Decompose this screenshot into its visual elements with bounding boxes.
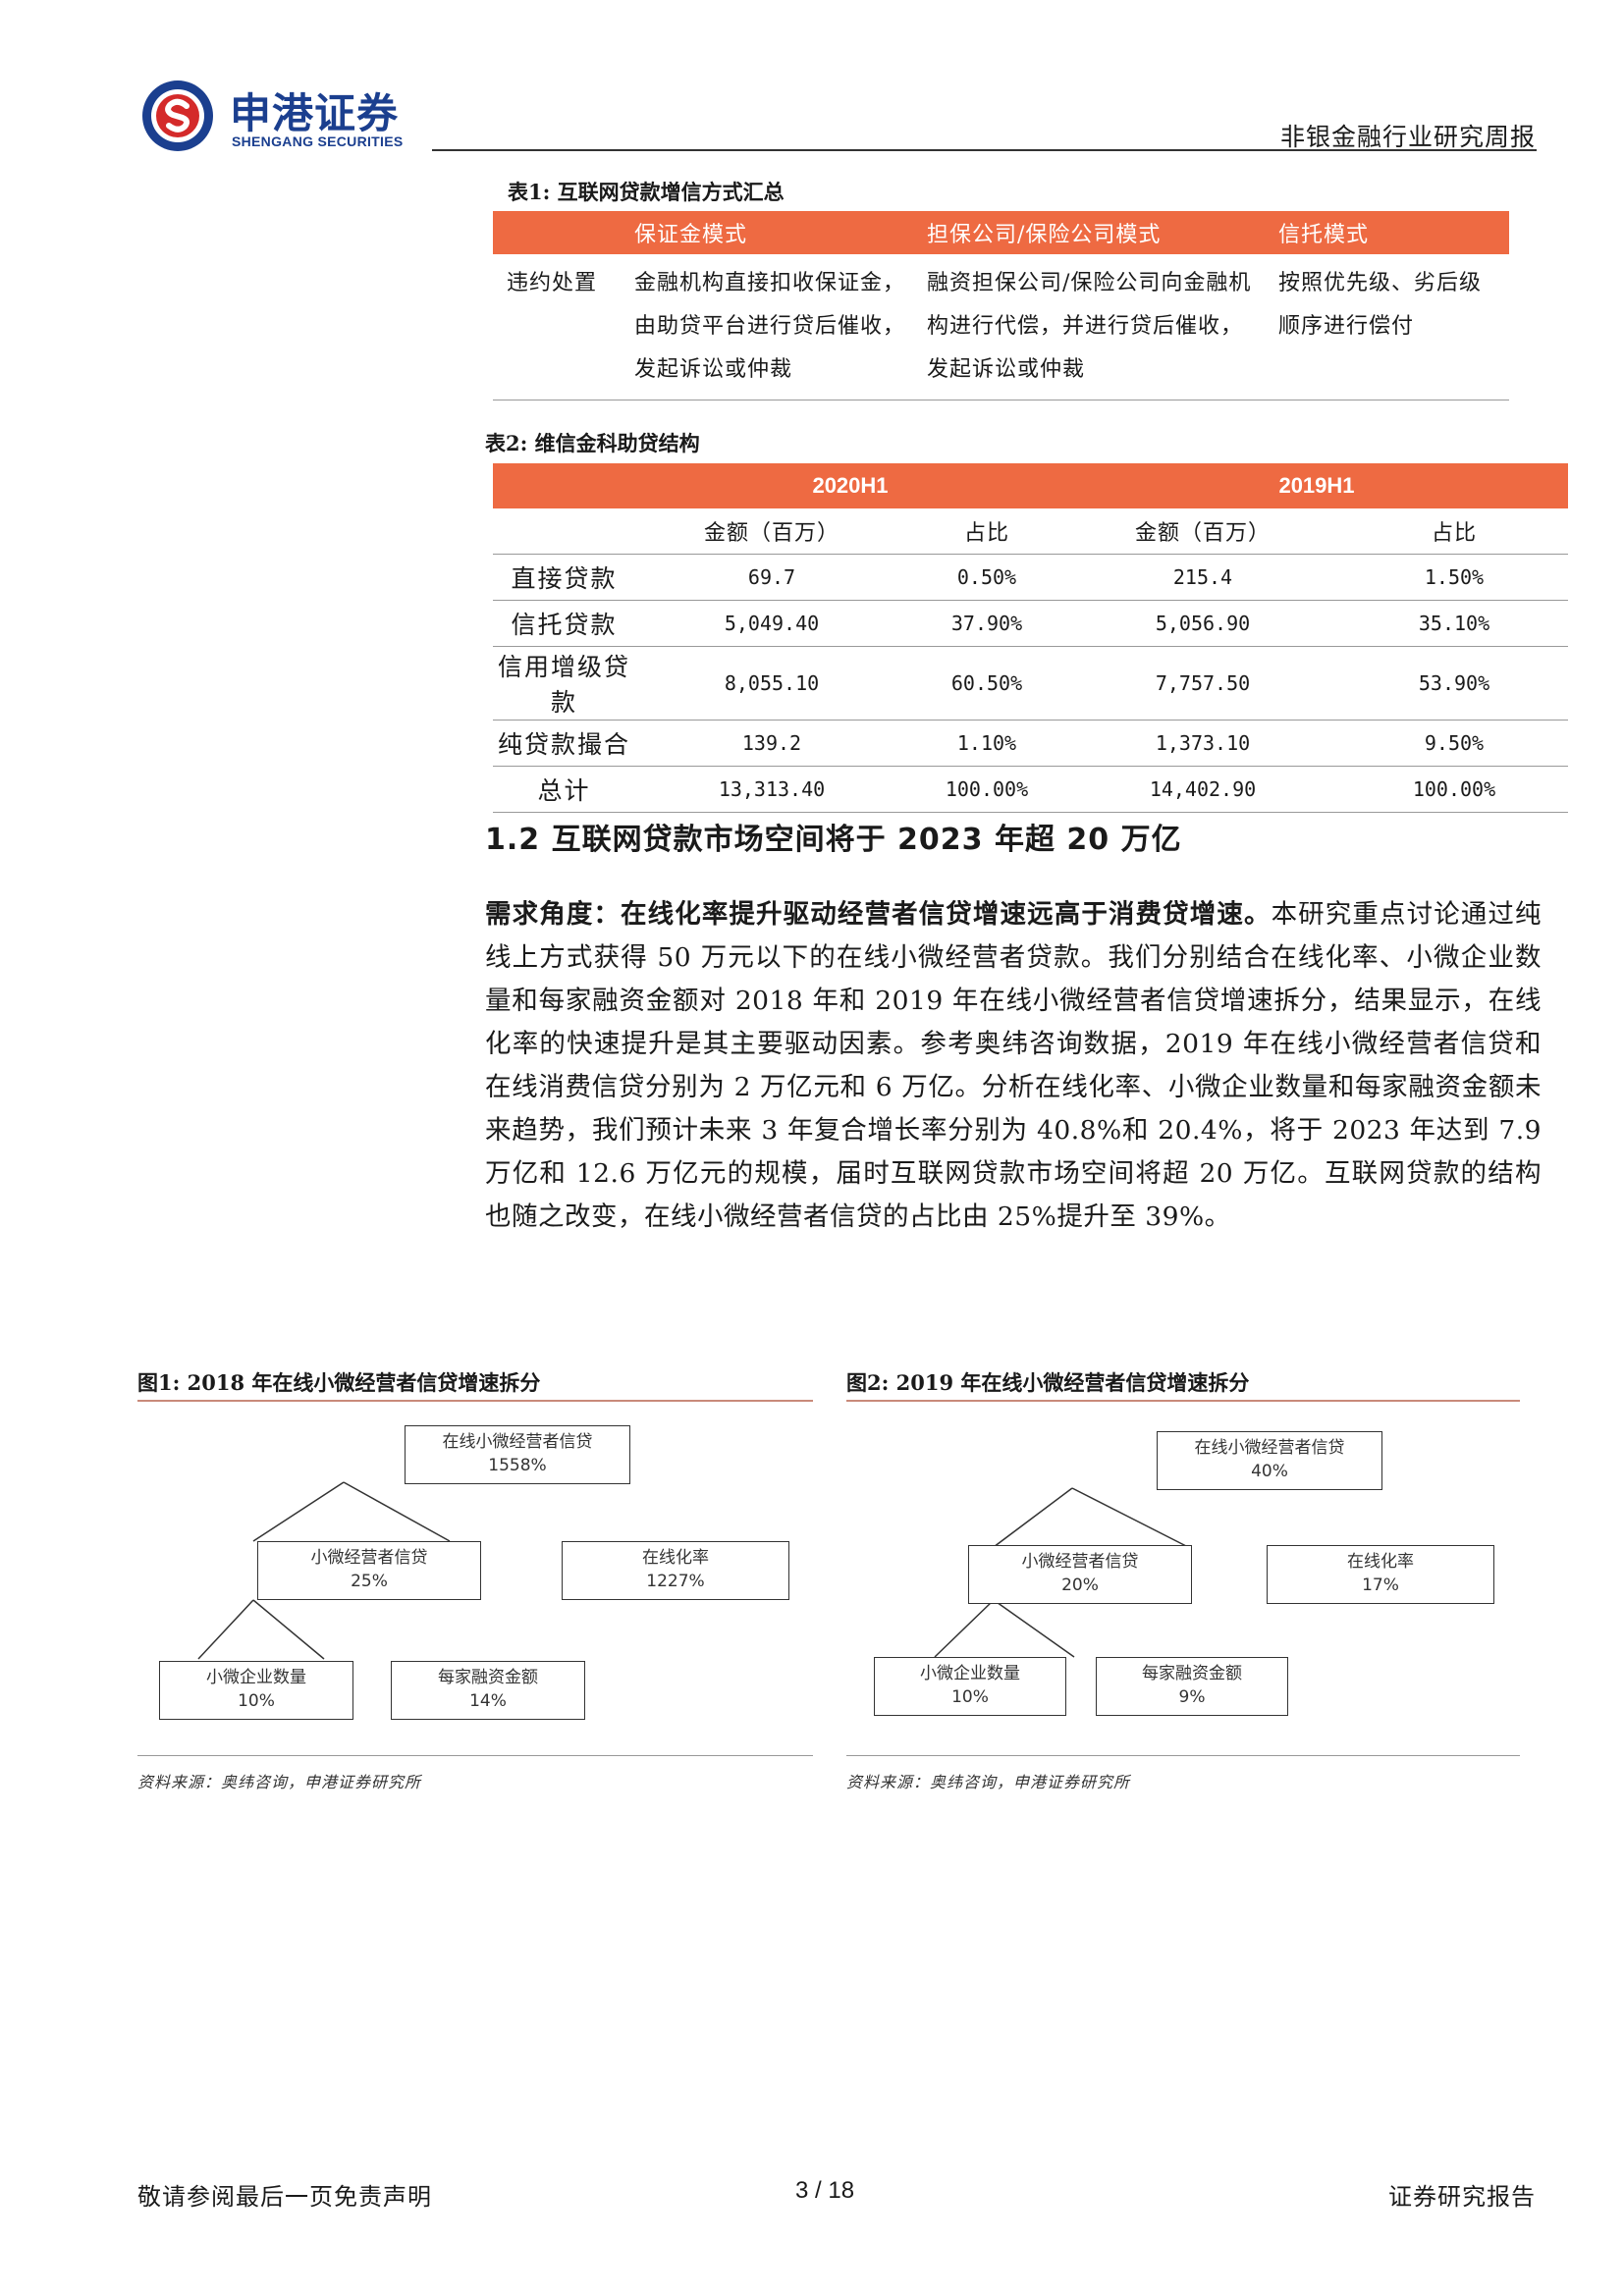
figure1-source: 资料来源：奥纬咨询，申港证券研究所 [137, 1773, 422, 1791]
table2-subheader: 占比 [908, 508, 1065, 555]
row-label: 直接贷款 [493, 554, 635, 601]
table1-cell: 融资担保公司/保险公司向金融机构进行代偿，并进行贷后催收，发起诉讼或仲裁 [913, 254, 1265, 400]
table-cell: 1.10% [908, 720, 1065, 767]
company-logo-english: SHENGANG SECURITIES [232, 133, 404, 149]
table-row: 信用增级贷款 8,055.10 60.50% 7,757.50 53.90% [493, 646, 1568, 721]
table-cell: 37.90% [908, 600, 1065, 647]
figure2-top-rule [846, 1400, 1520, 1402]
figure1-mid-left-node: 小微经营者信贷 25% [257, 1541, 481, 1600]
figure2-tree: 在线小微经营者信贷 40% 小微经营者信贷 20% 在线化率 17% 小微企业数量 10… [846, 1404, 1520, 1728]
table-cell: 7,757.50 [1065, 646, 1340, 721]
table-cell: 139.2 [635, 720, 908, 767]
table2-group-header-row: 2020H1 2019H1 [493, 463, 1568, 508]
figure1-top-rule [137, 1400, 813, 1402]
table-cell: 5,049.40 [635, 600, 908, 647]
table-cell: 13,313.40 [635, 766, 908, 813]
row-label: 总计 [493, 766, 635, 813]
table-row: 总计 13,313.40 100.00% 14,402.90 100.00% [493, 766, 1568, 813]
figure1-leaf-left-node: 小微企业数量 10% [159, 1661, 353, 1720]
table1: 保证金模式 担保公司/保险公司模式 信托模式 违约处置 金融机构直接扣收保证金，… [493, 211, 1509, 400]
figure2-mid-left-node: 小微经营者信贷 20% [968, 1545, 1192, 1604]
table-cell: 0.50% [908, 554, 1065, 601]
figure2-source: 资料来源：奥纬咨询，申港证券研究所 [846, 1773, 1131, 1791]
table1-cell: 按照优先级、劣后级顺序进行偿付 [1265, 254, 1509, 400]
figure2-bottom-rule [846, 1755, 1520, 1756]
table-row: 违约处置 金融机构直接扣收保证金，由助贷平台进行贷后催收，发起诉讼或仲裁 融资担… [493, 254, 1509, 400]
figure2-leaf-left-node: 小微企业数量 10% [874, 1657, 1066, 1716]
table1-header [493, 211, 621, 254]
section-paragraph: 需求角度：在线化率提升驱动经营者信贷增速远高于消费贷增速。本研究重点讨论通过纯线… [485, 893, 1542, 1239]
figure1-root-node: 在线小微经营者信贷 1558% [405, 1425, 630, 1484]
table2-group-header: 2019H1 [1065, 463, 1568, 508]
table-cell: 100.00% [908, 766, 1065, 813]
table1-header: 保证金模式 [621, 211, 913, 254]
table2: 2020H1 2019H1 金额（百万） 占比 金额（百万） 占比 直接贷款 6… [493, 463, 1568, 813]
footer-report-label: 证券研究报告 [1388, 2183, 1536, 2211]
table1-cell: 违约处置 [493, 254, 621, 400]
table1-cell: 金融机构直接扣收保证金，由助贷平台进行贷后催收，发起诉讼或仲裁 [621, 254, 913, 400]
figure2-mid-right-node: 在线化率 17% [1267, 1545, 1494, 1604]
table2-subheader: 占比 [1340, 508, 1568, 555]
figure1-leaf-right-node: 每家融资金额 14% [391, 1661, 585, 1720]
row-label: 信托贷款 [493, 600, 635, 647]
table-row: 信托贷款 5,049.40 37.90% 5,056.90 35.10% [493, 600, 1568, 647]
table2-subheader: 金额（百万） [635, 508, 908, 555]
footer-disclaimer: 敬请参阅最后一页免责声明 [137, 2183, 432, 2211]
table1-caption: 表1: 互联网贷款增信方式汇总 [508, 180, 785, 204]
page-number: 3 / 18 [795, 2177, 855, 2204]
table-cell: 215.4 [1065, 554, 1340, 601]
table-cell: 1,373.10 [1065, 720, 1340, 767]
row-label: 信用增级贷款 [493, 646, 635, 721]
table2-group-header: 2020H1 [635, 463, 1065, 508]
table-cell: 60.50% [908, 646, 1065, 721]
paragraph-lead: 需求角度：在线化率提升驱动经营者信贷增速远高于消费贷增速。 [485, 899, 1272, 930]
company-logo-icon [142, 80, 213, 151]
paragraph-body: 本研究重点讨论通过纯线上方式获得 50 万元以下的在线小微经营者贷款。我们分别结… [485, 899, 1543, 1232]
table-cell: 69.7 [635, 554, 908, 601]
table-row: 直接贷款 69.7 0.50% 215.4 1.50% [493, 554, 1568, 601]
table-cell: 1.50% [1340, 554, 1568, 601]
table-row: 纯贷款撮合 139.2 1.10% 1,373.10 9.50% [493, 720, 1568, 767]
figure1-tree: 在线小微经营者信贷 1558% 小微经营者信贷 25% 在线化率 1227% 小微企业… [137, 1404, 813, 1728]
figure1-bottom-rule [137, 1755, 813, 1756]
table-cell: 5,056.90 [1065, 600, 1340, 647]
report-type: 非银金融行业研究周报 [1279, 123, 1536, 151]
table2-subheader: 金额（百万） [1065, 508, 1340, 555]
table-cell: 9.50% [1340, 720, 1568, 767]
table-cell: 8,055.10 [635, 646, 908, 721]
table1-header: 信托模式 [1265, 211, 1509, 254]
row-label: 纯贷款撮合 [493, 720, 635, 767]
table2-subheader-row: 金额（百万） 占比 金额（百万） 占比 [493, 508, 1568, 555]
figure1-mid-right-node: 在线化率 1227% [562, 1541, 789, 1600]
company-logo-text: 申港证券 [230, 89, 400, 137]
figure1-caption: 图1: 2018 年在线小微经营者信贷增速拆分 [137, 1370, 541, 1395]
table1-header: 担保公司/保险公司模式 [913, 211, 1265, 254]
table1-header-row: 保证金模式 担保公司/保险公司模式 信托模式 [493, 211, 1509, 254]
table-cell: 14,402.90 [1065, 766, 1340, 813]
table-cell: 100.00% [1340, 766, 1568, 813]
header-divider [432, 149, 1537, 151]
section-title: 1.2 互联网贷款市场空间将于 2023 年超 20 万亿 [485, 823, 1182, 857]
figure2-root-node: 在线小微经营者信贷 40% [1157, 1431, 1382, 1490]
figure2-caption: 图2: 2019 年在线小微经营者信贷增速拆分 [846, 1370, 1250, 1395]
table-cell: 35.10% [1340, 600, 1568, 647]
table2-caption: 表2: 维信金科助贷结构 [485, 431, 700, 455]
table-cell: 53.90% [1340, 646, 1568, 721]
figure2-leaf-right-node: 每家融资金额 9% [1096, 1657, 1288, 1716]
